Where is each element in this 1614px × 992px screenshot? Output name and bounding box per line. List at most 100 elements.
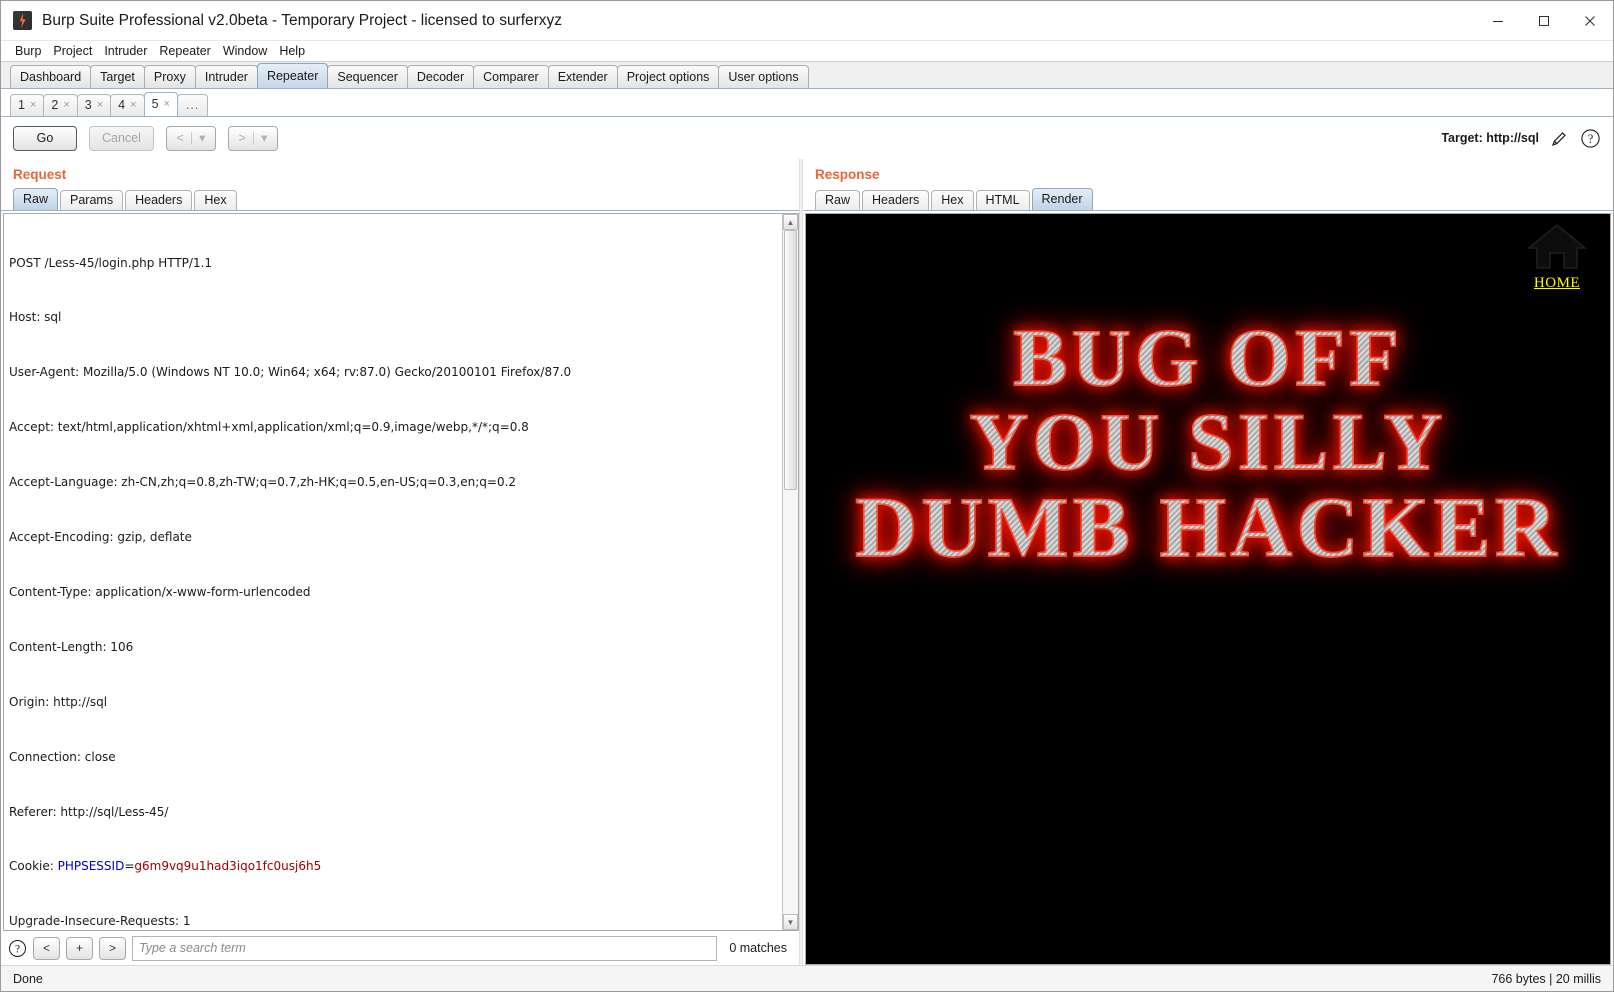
menu-item-window[interactable]: Window — [218, 43, 272, 59]
tab-proxy[interactable]: Proxy — [143, 65, 196, 88]
window-title: Burp Suite Professional v2.0beta - Tempo… — [42, 11, 563, 29]
cookie-equals: = — [124, 859, 135, 874]
home-link[interactable]: HOME — [1518, 275, 1596, 292]
status-text: Done — [13, 971, 43, 986]
tab-comparer[interactable]: Comparer — [473, 65, 549, 88]
menu-item-help[interactable]: Help — [274, 43, 310, 59]
response-tab-raw[interactable]: Raw — [815, 190, 861, 210]
menubar: Burp Project Intruder Repeater Window He… — [1, 41, 1613, 62]
cancel-button[interactable]: Cancel — [89, 125, 154, 151]
window-controls — [1475, 1, 1613, 41]
search-add-button[interactable]: + — [66, 936, 93, 960]
request-line: Content-Type: application/x-www-form-url… — [9, 584, 311, 599]
burp-suite-window: Burp Suite Professional v2.0beta - Tempo… — [0, 0, 1614, 992]
back-button[interactable]: < | ▾ — [165, 125, 216, 151]
repeater-tab-1[interactable]: 1 × — [10, 94, 45, 116]
request-tab-headers[interactable]: Headers — [125, 190, 193, 210]
search-prev-button[interactable]: < — [33, 936, 60, 960]
chevron-left-icon: < — [176, 130, 184, 145]
response-render-view[interactable]: HOME BUG OFF YOU SILLY DUMB HACKER — [805, 213, 1611, 965]
response-pane: Response Raw Headers Hex HTML Render HOM… — [803, 159, 1613, 965]
divider: | — [189, 130, 194, 145]
status-bar: Done 766 bytes | 20 millis — [1, 965, 1613, 991]
repeater-tab-bar: 1 × 2 × 3 × 4 × 5 × ... — [1, 89, 1613, 117]
repeater-tab-1-label: 1 — [18, 98, 25, 112]
response-title: Response — [815, 167, 880, 182]
search-next-button[interactable]: > — [99, 936, 126, 960]
repeater-tab-4[interactable]: 4 × — [110, 94, 145, 116]
request-tab-raw[interactable]: Raw — [13, 188, 59, 210]
scroll-track[interactable] — [783, 230, 798, 914]
request-tab-hex[interactable]: Hex — [194, 190, 237, 210]
maximize-icon[interactable] — [1521, 1, 1567, 41]
close-icon[interactable]: × — [30, 95, 36, 116]
request-line: Referer: http://sql/Less-45/ — [9, 804, 169, 819]
cookie-prefix: Cookie: — [9, 859, 58, 874]
search-input[interactable]: Type a search term — [132, 935, 718, 961]
request-line: Upgrade-Insecure-Requests: 1 — [9, 914, 191, 929]
response-tab-headers[interactable]: Headers — [862, 190, 930, 210]
burp-logo-icon — [13, 11, 32, 30]
divider: | — [251, 130, 256, 145]
tab-repeater[interactable]: Repeater — [256, 63, 329, 88]
search-matches-count: 0 matches — [729, 941, 787, 955]
response-size-timing: 766 bytes | 20 millis — [1491, 971, 1601, 986]
forward-button[interactable]: > | ▾ — [227, 125, 278, 151]
request-cookie-line: Cookie: PHPSESSID=g6m9vq9u1had3iqo1fc0us… — [9, 857, 782, 875]
tab-sequencer[interactable]: Sequencer — [327, 65, 408, 88]
repeater-tab-2[interactable]: 2 × — [43, 94, 78, 116]
tab-target[interactable]: Target — [90, 65, 145, 88]
chevron-down-icon[interactable]: ▾ — [261, 127, 267, 150]
close-icon[interactable]: × — [63, 95, 69, 116]
tab-extender[interactable]: Extender — [547, 65, 618, 88]
response-tab-bar: Raw Headers Hex HTML Render — [803, 187, 1613, 211]
repeater-tab-3[interactable]: 3 × — [76, 94, 112, 116]
repeater-toolbar: Go Cancel < | ▾ > | ▾ Target: http://sql… — [1, 117, 1613, 159]
menu-item-intruder[interactable]: Intruder — [99, 43, 152, 59]
close-icon[interactable]: × — [97, 95, 103, 116]
scroll-thumb[interactable] — [784, 230, 797, 490]
response-tab-html[interactable]: HTML — [975, 190, 1030, 210]
request-raw-editor[interactable]: POST /Less-45/login.php HTTP/1.1 Host: s… — [4, 214, 782, 930]
request-line: Accept-Language: zh-CN,zh;q=0.8,zh-TW;q=… — [9, 475, 517, 490]
response-tab-hex[interactable]: Hex — [931, 190, 974, 210]
response-headline: BUG OFF YOU SILLY DUMB HACKER — [806, 316, 1610, 571]
request-title: Request — [13, 167, 67, 182]
close-icon[interactable]: × — [130, 95, 136, 116]
request-line: POST /Less-45/login.php HTTP/1.1 — [9, 255, 213, 270]
menu-item-project[interactable]: Project — [48, 43, 97, 59]
scroll-up-icon[interactable]: ▲ — [783, 214, 798, 230]
headline-line-2: YOU SILLY — [806, 400, 1610, 483]
cookie-name: PHPSESSID — [57, 859, 125, 874]
home-nav-block[interactable]: HOME — [1518, 220, 1596, 292]
request-line: User-Agent: Mozilla/5.0 (Windows NT 10.0… — [9, 365, 572, 380]
question-mark-icon[interactable]: ? — [1580, 128, 1601, 149]
tab-user-options[interactable]: User options — [718, 65, 809, 88]
request-line: Content-Length: 106 — [9, 639, 134, 654]
repeater-tab-2-label: 2 — [51, 98, 59, 112]
minimize-icon[interactable] — [1475, 1, 1521, 41]
cookie-value: g6m9vq9u1had3iqo1fc0usj6h5 — [134, 859, 322, 874]
go-button[interactable]: Go — [13, 125, 77, 151]
svg-text:?: ? — [14, 943, 19, 955]
request-tab-params[interactable]: Params — [60, 190, 124, 210]
close-icon[interactable] — [1567, 1, 1613, 41]
pencil-icon[interactable] — [1550, 129, 1569, 148]
main-tab-bar: Dashboard Target Proxy Intruder Repeater… — [1, 62, 1613, 89]
repeater-tab-5[interactable]: 5 × — [143, 92, 178, 116]
scroll-down-icon[interactable]: ▼ — [783, 914, 798, 930]
close-icon[interactable]: × — [164, 93, 170, 116]
home-house-icon — [1518, 220, 1596, 277]
tab-decoder[interactable]: Decoder — [406, 65, 475, 88]
tab-dashboard[interactable]: Dashboard — [10, 65, 92, 88]
menu-item-burp[interactable]: Burp — [10, 43, 46, 59]
response-tab-render[interactable]: Render — [1031, 188, 1093, 210]
request-vertical-scrollbar[interactable]: ▲ ▼ — [782, 214, 798, 930]
repeater-tab-5-label: 5 — [151, 97, 159, 111]
repeater-tab-overflow[interactable]: ... — [176, 94, 209, 116]
question-mark-icon[interactable]: ? — [7, 939, 27, 958]
chevron-down-icon[interactable]: ▾ — [199, 127, 205, 150]
tab-project-options[interactable]: Project options — [616, 65, 720, 88]
menu-item-repeater[interactable]: Repeater — [154, 43, 215, 59]
tab-intruder[interactable]: Intruder — [194, 65, 258, 88]
